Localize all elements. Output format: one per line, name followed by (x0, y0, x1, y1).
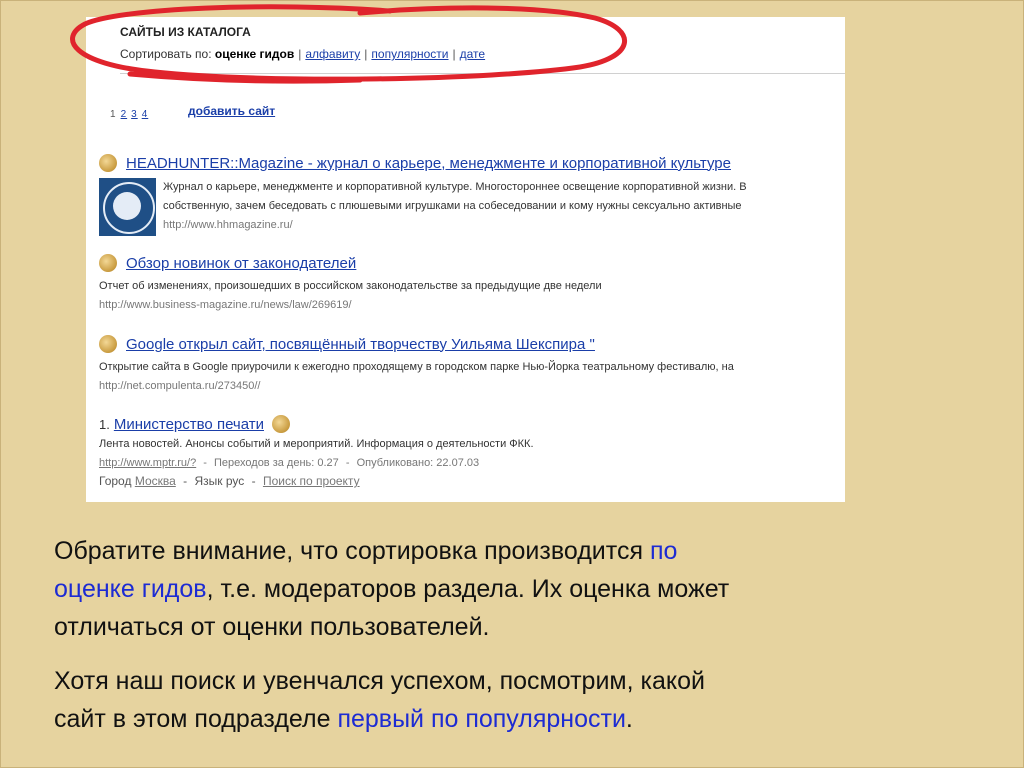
meta-dash: - (345, 457, 350, 469)
add-site-link[interactable]: добавить сайт (188, 104, 275, 118)
result-title-link[interactable]: Обзор новинок от законодателей (126, 255, 356, 272)
page-current: 1 (110, 109, 117, 120)
language-label: Язык рус (194, 474, 245, 488)
note-paragraph-2: Хотя наш поиск и увенчался успехом, посм… (54, 662, 1004, 738)
meta-dash: - (183, 474, 188, 488)
visits-per-day: Переходов за день: 0.27 (214, 457, 339, 469)
result-url: http://www.hhmagazine.ru/ (163, 219, 293, 231)
meta-dash: - (203, 457, 207, 469)
result-title-link[interactable]: HEADHUNTER::Magazine - журнал о карьере,… (126, 155, 731, 172)
city-label: Город (99, 474, 132, 488)
result-title-row: HEADHUNTER::Magazine - журнал о карьере,… (99, 154, 839, 172)
note-text: Обратите внимание, что сортировка произв… (54, 537, 650, 565)
catalog-folder-icon (99, 154, 117, 172)
result-url: http://www.business-magazine.ru/news/law… (99, 299, 352, 311)
note-highlight: по (649, 537, 678, 565)
result-description: Журнал о карьере, менеджменте и корпорат… (163, 181, 747, 193)
result-title-row: Google открыл сайт, посвящённый творчест… (99, 335, 839, 353)
note-text: Хотя наш поиск и увенчался успехом, посм… (54, 667, 705, 695)
page-link-3[interactable]: 3 (131, 109, 138, 120)
page-link-4[interactable]: 4 (142, 109, 149, 120)
city-link[interactable]: Москва (135, 474, 176, 488)
project-search-link[interactable]: Поиск по проекту (263, 474, 360, 488)
note-paragraph-1: Обратите внимание, что сортировка произв… (54, 532, 1004, 646)
result-meta: http://www.mptr.ru/? - Переходов за день… (99, 454, 839, 472)
pagination: 1234 (110, 109, 148, 120)
annotation-oval-mark (70, 4, 627, 84)
note-text: отличаться от оценки пользователей. (54, 613, 490, 641)
list-item: 1. Министерство печати Лента новостей. А… (99, 415, 839, 490)
list-item: Google открыл сайт, посвящённый творчест… (99, 335, 839, 395)
catalog-folder-icon (272, 415, 290, 433)
catalog-folder-icon (99, 335, 117, 353)
thumbnail-emblem (113, 192, 141, 220)
note-highlight: оценке гидов (54, 575, 207, 603)
page-link-2[interactable]: 2 (121, 109, 128, 120)
result-title-row: Обзор новинок от законодателей (99, 254, 839, 272)
site-thumbnail[interactable] (99, 178, 156, 236)
result-body: Журнал о карьере, менеджменте и корпорат… (163, 178, 747, 234)
list-item: Обзор новинок от законодателей Отчет об … (99, 254, 839, 314)
result-title-row: 1. Министерство печати (99, 415, 839, 433)
note-text: , т.е. модераторов раздела. Их оценка мо… (206, 575, 730, 603)
result-description: Отчет об изменениях, произошедших в росс… (99, 280, 602, 292)
result-url: http://net.compulenta.ru/273450// (99, 380, 261, 392)
result-title-link[interactable]: Министерство печати (114, 416, 264, 433)
result-url-link[interactable]: http://www.mptr.ru/? (99, 457, 196, 469)
note-text: . (625, 705, 633, 733)
list-item: HEADHUNTER::Magazine - журнал о карьере,… (99, 154, 839, 244)
rank-number: 1. (99, 416, 110, 432)
result-title-link[interactable]: Google открыл сайт, посвящённый творчест… (126, 336, 595, 353)
result-description: собственную, зачем беседовать с плюшевым… (163, 200, 742, 212)
result-description: Лента новостей. Анонсы событий и меропри… (99, 438, 534, 450)
note-text: сайт в этом подразделе (54, 705, 338, 733)
result-footer: Город Москва - Язык рус - Поиск по проек… (99, 472, 839, 490)
result-description: Открытие сайта в Google приурочили к еже… (99, 361, 734, 373)
meta-dash: - (251, 474, 256, 488)
catalog-folder-icon (99, 254, 117, 272)
published-date: Опубликовано: 22.07.03 (356, 457, 480, 469)
note-highlight: первый по популярности (337, 705, 626, 733)
